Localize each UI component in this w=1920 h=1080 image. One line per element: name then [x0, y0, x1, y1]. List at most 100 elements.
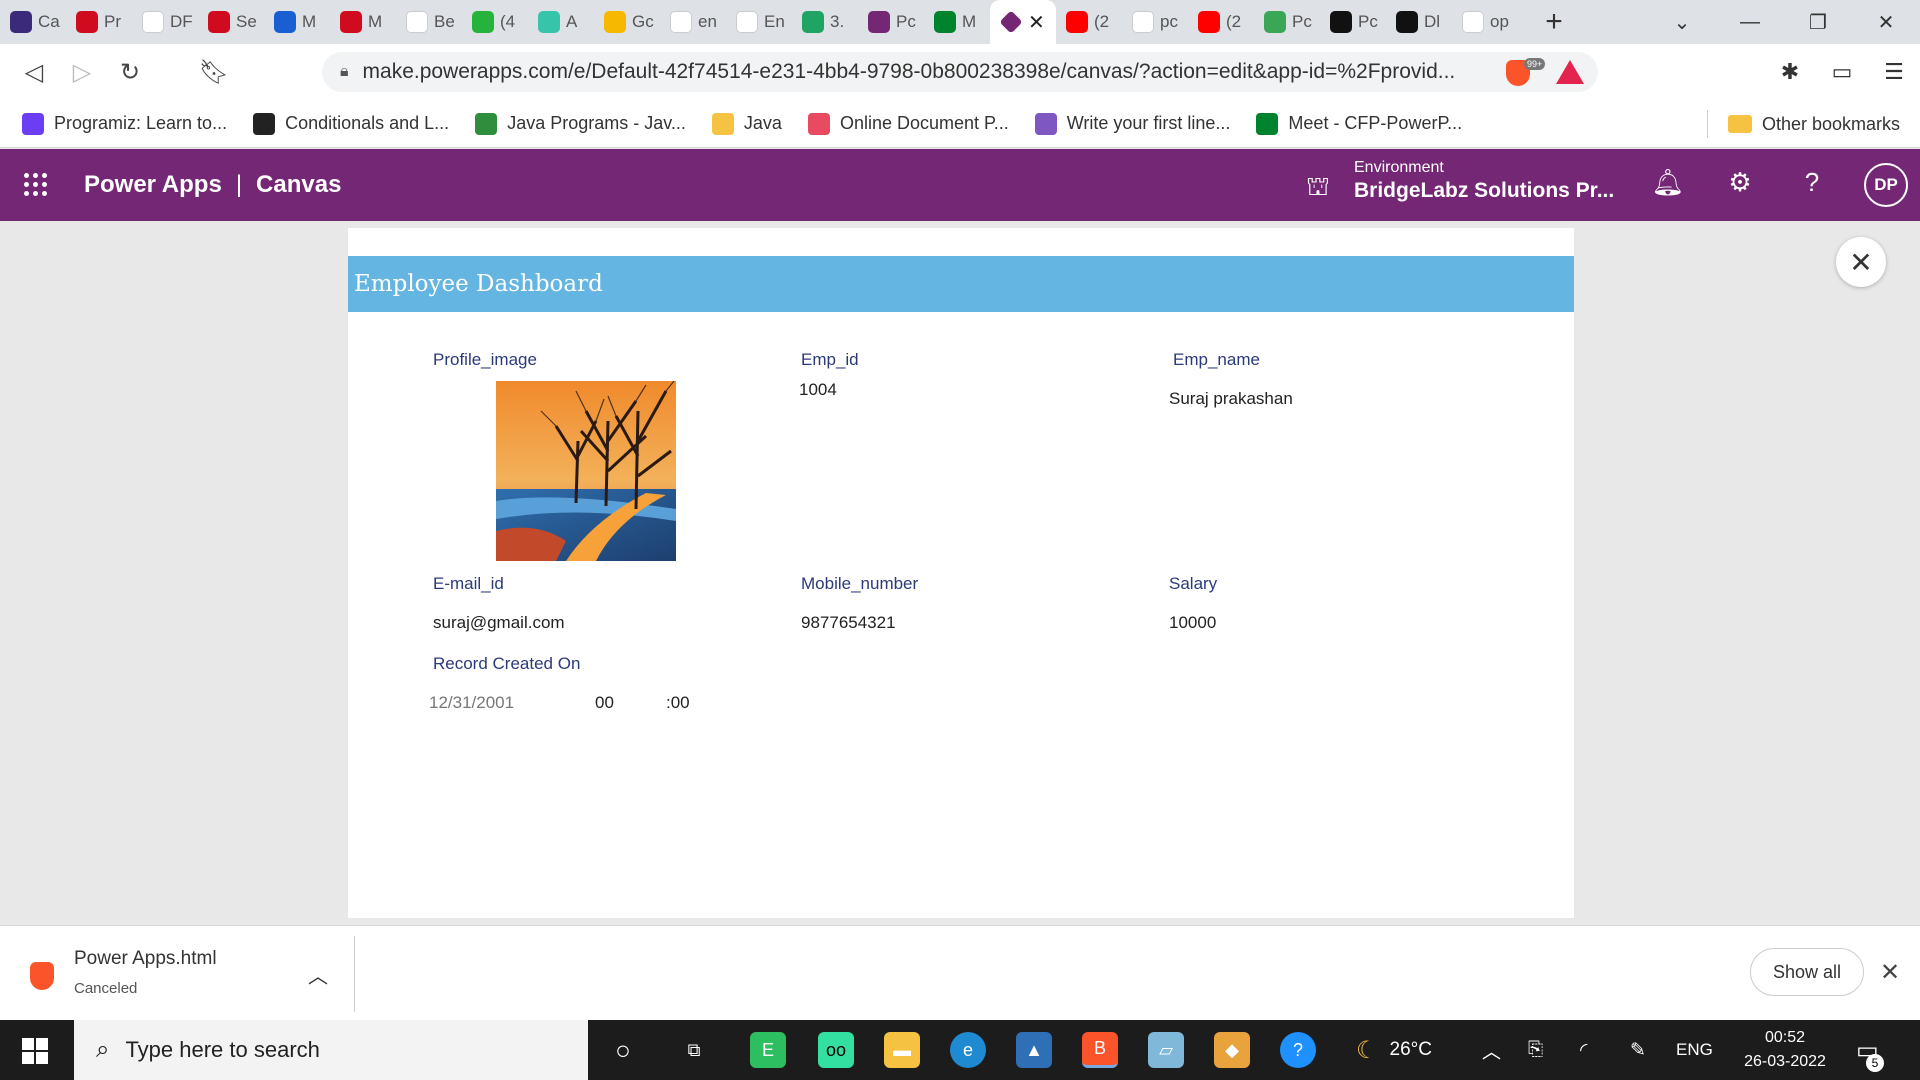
- help-icon[interactable]: ?: [1794, 167, 1830, 198]
- browser-tab[interactable]: M: [330, 0, 396, 44]
- tab-search-chevron-icon[interactable]: ⌄: [1648, 10, 1716, 35]
- task-view-icon[interactable]: ⧉: [676, 1032, 712, 1068]
- browser-tab-active[interactable]: ✕: [990, 0, 1056, 44]
- folder-icon: [1727, 115, 1752, 133]
- evernote-icon[interactable]: E: [750, 1032, 786, 1068]
- reload-icon[interactable]: ↻: [106, 58, 154, 87]
- environment-icon[interactable]: ⛫: [1306, 171, 1330, 206]
- avatar[interactable]: DP: [1864, 163, 1908, 207]
- snip-icon[interactable]: ◆: [1214, 1032, 1250, 1068]
- browser-tab[interactable]: (2: [1056, 0, 1122, 44]
- pen-icon[interactable]: ✎: [1630, 1020, 1646, 1080]
- url-text[interactable]: make.powerapps.com/e/Default-42f74514-e2…: [363, 60, 1513, 84]
- bookmark-item[interactable]: Java Programs - Jav...: [475, 112, 686, 135]
- tab-title: Gc: [632, 12, 654, 31]
- tab-title: Se: [236, 12, 257, 31]
- network-icon[interactable]: ◜: [1580, 1020, 1587, 1080]
- get-help-icon[interactable]: ?: [1280, 1032, 1316, 1068]
- browser-tab[interactable]: pc: [1122, 0, 1188, 44]
- tab-title: op: [1490, 12, 1509, 31]
- bookmark-item[interactable]: Meet - CFP-PowerP...: [1256, 112, 1462, 135]
- notifications-bell-icon[interactable]: 🔔︎: [1650, 167, 1686, 198]
- notepad-icon[interactable]: ▱: [1148, 1032, 1184, 1068]
- bookmark-item[interactable]: Online Document P...: [807, 112, 1009, 135]
- tab-close-icon[interactable]: ✕: [1028, 10, 1045, 35]
- browser-tab[interactable]: (4: [462, 0, 528, 44]
- taskbar-clock[interactable]: 00:52 26-03-2022: [1740, 1026, 1830, 1074]
- extensions-icon[interactable]: ✱: [1764, 59, 1816, 85]
- browser-tab[interactable]: en: [660, 0, 726, 44]
- record-minute-dropdown[interactable]: :00: [666, 693, 690, 713]
- value-emp-id-text: 1004: [799, 380, 837, 399]
- environment-picker[interactable]: Environment BridgeLabz Solutions Pr...: [1354, 159, 1614, 203]
- wallet-icon[interactable]: ▭: [1816, 59, 1868, 85]
- address-bar[interactable]: 🔒︎ make.powerapps.com/e/Default-42f74514…: [322, 52, 1598, 92]
- windows-start-icon[interactable]: [22, 1038, 48, 1064]
- other-bookmarks[interactable]: Other bookmarks: [1727, 100, 1900, 148]
- show-hidden-icons[interactable]: ︿: [1482, 1020, 1501, 1080]
- forward-icon[interactable]: ▷: [58, 58, 106, 87]
- window-close-icon[interactable]: ✕: [1852, 10, 1920, 35]
- bookmark-label: Java Programs - Jav...: [507, 113, 686, 133]
- lock-icon[interactable]: 🔒︎: [340, 63, 349, 81]
- downloads-bar: Power Apps.html Canceled ︿ Show all ✕: [0, 925, 1920, 1020]
- tab-title: en: [698, 12, 717, 31]
- browser-tab[interactable]: DF: [132, 0, 198, 44]
- record-date-picker[interactable]: 12/31/2001: [429, 693, 514, 713]
- show-all-button[interactable]: Show all: [1750, 948, 1864, 996]
- record-hour-dropdown[interactable]: 00: [595, 693, 614, 713]
- bookmark-item[interactable]: Conditionals and L...: [253, 112, 449, 135]
- browser-tab[interactable]: M: [264, 0, 330, 44]
- bookmark-icon[interactable]: 🔖︎: [190, 58, 238, 87]
- powerapps-icon: [999, 10, 1023, 34]
- browser-tab[interactable]: 3.: [792, 0, 858, 44]
- tripadvisor-icon[interactable]: oo: [818, 1032, 854, 1068]
- bookmark-item[interactable]: Programiz: Learn to...: [22, 112, 227, 135]
- download-file-name[interactable]: Power Apps.html: [74, 948, 217, 970]
- browser-tab[interactable]: Ca: [0, 0, 66, 44]
- browser-tab[interactable]: Se: [198, 0, 264, 44]
- app-launcher-icon[interactable]: [24, 173, 48, 197]
- close-downloads-icon[interactable]: ✕: [1880, 958, 1900, 987]
- product-title[interactable]: Power Apps: [84, 171, 222, 199]
- minimize-icon[interactable]: —: [1716, 11, 1784, 34]
- close-preview-button[interactable]: ✕: [1836, 237, 1886, 287]
- meet-now-icon[interactable]: ⎘: [1528, 1020, 1543, 1080]
- browser-tab[interactable]: Pc: [1254, 0, 1320, 44]
- edge-icon[interactable]: e: [950, 1032, 986, 1068]
- notification-count: 5: [1866, 1054, 1884, 1072]
- bookmark-label: Online Document P...: [839, 113, 1009, 133]
- photos-icon[interactable]: ▲: [1016, 1032, 1052, 1068]
- new-tab-icon[interactable]: +: [1536, 5, 1572, 39]
- bookmark-item[interactable]: Java: [711, 112, 782, 135]
- back-icon[interactable]: ◁: [10, 58, 58, 87]
- brave-taskbar-icon[interactable]: B: [1082, 1032, 1118, 1068]
- browser-tab[interactable]: Pc: [1320, 0, 1386, 44]
- taskbar-search[interactable]: ⌕ Type here to search: [74, 1020, 588, 1080]
- restore-icon[interactable]: ❐: [1784, 10, 1852, 35]
- language-indicator[interactable]: ENG: [1676, 1020, 1713, 1080]
- brave-rewards-icon[interactable]: [1556, 60, 1584, 84]
- menu-icon[interactable]: ☰: [1868, 59, 1920, 85]
- settings-gear-icon[interactable]: ⚙: [1722, 167, 1758, 198]
- label-emp-id: Emp_id: [801, 350, 859, 369]
- profile-image: [496, 381, 676, 561]
- cortana-icon[interactable]: ○: [605, 1032, 641, 1068]
- bookmark-favicon-icon: [1034, 112, 1057, 135]
- browser-tab[interactable]: Dl: [1386, 0, 1452, 44]
- browser-tab[interactable]: A: [528, 0, 594, 44]
- browser-tab[interactable]: Gc: [594, 0, 660, 44]
- bookmark-item[interactable]: Write your first line...: [1034, 112, 1230, 135]
- browser-tab[interactable]: (2: [1188, 0, 1254, 44]
- browser-tab[interactable]: Pc: [858, 0, 924, 44]
- weather-widget[interactable]: ☾ 26°C: [1356, 1020, 1432, 1080]
- tab-title: Be: [434, 12, 455, 31]
- browser-tab[interactable]: En: [726, 0, 792, 44]
- tab-title: Pc: [1358, 12, 1378, 31]
- browser-tab[interactable]: Pr: [66, 0, 132, 44]
- file-explorer-icon[interactable]: ▬: [884, 1032, 920, 1068]
- browser-tab[interactable]: M: [924, 0, 990, 44]
- browser-tab[interactable]: Be: [396, 0, 462, 44]
- chevron-up-icon[interactable]: ︿: [308, 960, 328, 989]
- browser-tab[interactable]: op: [1452, 0, 1518, 44]
